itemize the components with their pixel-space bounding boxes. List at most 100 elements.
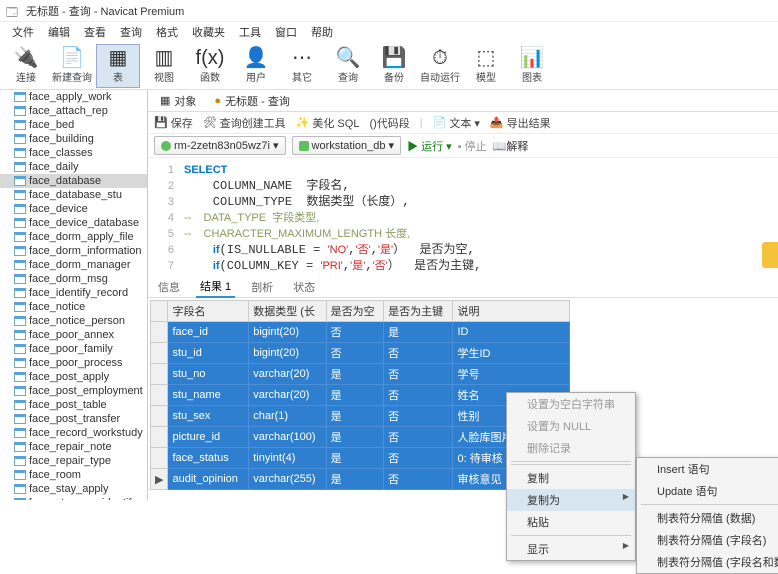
menu-item[interactable]: 设置为 NULL	[507, 415, 635, 437]
menu-item[interactable]: 设置为空白字符串	[507, 393, 635, 415]
cell[interactable]: 否	[384, 427, 453, 448]
menu-item[interactable]: 显示	[507, 538, 635, 560]
cell[interactable]: stu_id	[168, 343, 249, 364]
row-header[interactable]	[151, 448, 168, 469]
cell[interactable]: char(1)	[249, 406, 326, 427]
query-builder-button[interactable]: 🛠 查询创建工具	[203, 115, 286, 131]
result-tab[interactable]: 剖析	[247, 277, 277, 297]
cell[interactable]: 否	[326, 322, 383, 343]
tree-item[interactable]: face_building	[0, 132, 147, 146]
cell[interactable]: 是	[326, 385, 383, 406]
tree-item[interactable]: face_repair_note	[0, 440, 147, 454]
menu-编辑[interactable]: 编辑	[42, 22, 76, 42]
run-button[interactable]: ▶ 运行 ▾	[407, 138, 452, 154]
cell[interactable]: 否	[384, 406, 453, 427]
tree-item[interactable]: face_room	[0, 468, 147, 482]
cell[interactable]: face_status	[168, 448, 249, 469]
menu-格式[interactable]: 格式	[150, 22, 184, 42]
row-header[interactable]	[151, 364, 168, 385]
cell[interactable]: ID	[453, 322, 570, 343]
object-tree[interactable]: face_apply_workface_attach_repface_bedfa…	[0, 90, 148, 500]
tree-item[interactable]: face_dorm_msg	[0, 272, 147, 286]
result-tab[interactable]: 状态	[289, 277, 319, 297]
column-header[interactable]: 字段名	[168, 301, 249, 322]
cell[interactable]: 是	[326, 406, 383, 427]
code-snippet-button[interactable]: ()代码段	[369, 115, 409, 131]
row-header[interactable]	[151, 385, 168, 406]
tree-item[interactable]: face_database	[0, 174, 147, 188]
cell[interactable]: 否	[384, 448, 453, 469]
tree-item[interactable]: face_apply_work	[0, 90, 147, 104]
tool-备份[interactable]: 💾备份	[372, 44, 416, 88]
tree-item[interactable]: face_repair_type	[0, 454, 147, 468]
menu-查询[interactable]: 查询	[114, 22, 148, 42]
tool-查询[interactable]: 🔍查询	[326, 44, 370, 88]
menu-item[interactable]: 粘贴	[507, 511, 635, 533]
cell[interactable]: stu_sex	[168, 406, 249, 427]
tree-item[interactable]: face_post_employment	[0, 384, 147, 398]
tree-item[interactable]: face_device	[0, 202, 147, 216]
tree-item[interactable]: face_database_stu	[0, 188, 147, 202]
row-header[interactable]	[151, 427, 168, 448]
cell[interactable]: varchar(20)	[249, 385, 326, 406]
beautify-sql-button[interactable]: ✨ 美化 SQL	[296, 115, 360, 131]
tab-objects[interactable]: ▦对象	[154, 91, 202, 111]
tree-item[interactable]: face_dorm_manager	[0, 258, 147, 272]
column-header[interactable]: 是否为空	[326, 301, 383, 322]
tree-item[interactable]: face_dorm_apply_file	[0, 230, 147, 244]
column-header[interactable]: 说明	[453, 301, 570, 322]
cell[interactable]: bigint(20)	[249, 322, 326, 343]
cell[interactable]: bigint(20)	[249, 343, 326, 364]
menu-item[interactable]: 复制为	[507, 489, 635, 511]
tool-新建查询[interactable]: 📄新建查询	[50, 44, 94, 88]
context-menu[interactable]: 设置为空白字符串设置为 NULL删除记录复制复制为粘贴显示	[506, 392, 636, 561]
row-header[interactable]	[151, 322, 168, 343]
save-button[interactable]: 💾 保存	[154, 115, 193, 131]
context-submenu[interactable]: Insert 语句Update 语句制表符分隔值 (数据)制表符分隔值 (字段名…	[636, 457, 778, 574]
tool-表[interactable]: ▦表	[96, 44, 140, 88]
tool-其它[interactable]: ⋯其它	[280, 44, 324, 88]
tool-函数[interactable]: f(x)函数	[188, 44, 232, 88]
cell[interactable]: 否	[384, 385, 453, 406]
column-header[interactable]: 数据类型 (长	[249, 301, 326, 322]
cell[interactable]: 是	[326, 427, 383, 448]
cell[interactable]: 是	[326, 448, 383, 469]
row-header[interactable]	[151, 406, 168, 427]
tool-自动运行[interactable]: ⏱自动运行	[418, 44, 462, 88]
tree-item[interactable]: face_stranger_identify_	[0, 496, 147, 500]
cell[interactable]: 是	[326, 364, 383, 385]
tree-item[interactable]: face_notice_person	[0, 314, 147, 328]
cell[interactable]: 否	[384, 343, 453, 364]
tree-item[interactable]: face_post_table	[0, 398, 147, 412]
row-header[interactable]	[151, 343, 168, 364]
tab-query[interactable]: ●无标题 - 查询	[208, 91, 295, 111]
tree-item[interactable]: face_poor_process	[0, 356, 147, 370]
database-dropdown[interactable]: workstation_db ▾	[292, 136, 402, 155]
tree-item[interactable]: face_post_apply	[0, 370, 147, 384]
tree-item[interactable]: face_stay_apply	[0, 482, 147, 496]
cell[interactable]: varchar(100)	[249, 427, 326, 448]
cell[interactable]: 学号	[453, 364, 570, 385]
tree-item[interactable]: face_device_database	[0, 216, 147, 230]
tree-item[interactable]: face_post_transfer	[0, 412, 147, 426]
cell[interactable]: 否	[384, 469, 453, 490]
cell[interactable]: audit_opinion	[168, 469, 249, 490]
tree-item[interactable]: face_attach_rep	[0, 104, 147, 118]
tree-item[interactable]: face_poor_family	[0, 342, 147, 356]
menu-帮助[interactable]: 帮助	[305, 22, 339, 42]
cell[interactable]: stu_no	[168, 364, 249, 385]
tree-item[interactable]: face_bed	[0, 118, 147, 132]
tree-item[interactable]: face_record_workstudy	[0, 426, 147, 440]
cell[interactable]: 学生ID	[453, 343, 570, 364]
menu-窗口[interactable]: 窗口	[269, 22, 303, 42]
menu-item[interactable]: 删除记录	[507, 437, 635, 459]
menu-工具[interactable]: 工具	[233, 22, 267, 42]
row-header[interactable]: ▶	[151, 469, 168, 490]
menu-收藏夹[interactable]: 收藏夹	[186, 22, 231, 42]
export-button[interactable]: 📤 导出结果	[490, 115, 551, 131]
cell[interactable]: picture_id	[168, 427, 249, 448]
cell[interactable]: 否	[384, 364, 453, 385]
tree-item[interactable]: face_notice	[0, 300, 147, 314]
menu-查看[interactable]: 查看	[78, 22, 112, 42]
submenu-item[interactable]: 制表符分隔值 (字段名)	[637, 529, 778, 551]
